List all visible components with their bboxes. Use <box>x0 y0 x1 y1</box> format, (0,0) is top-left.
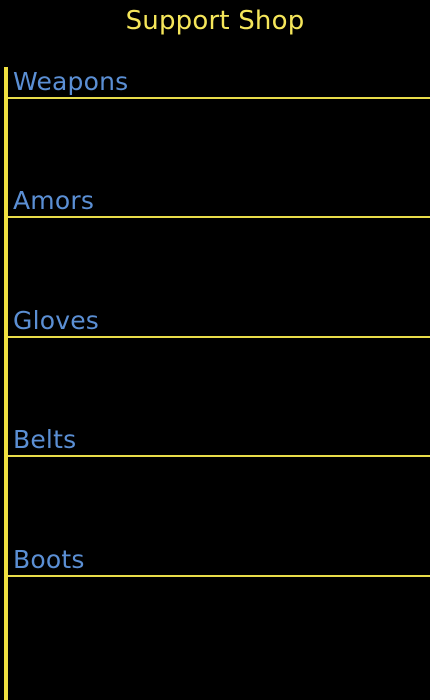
category-weapons[interactable]: Weapons <box>8 59 430 99</box>
shop-title: Support Shop <box>125 6 305 36</box>
category-underline <box>8 216 430 218</box>
left-rail-divider <box>4 67 8 700</box>
category-armors[interactable]: Amors <box>8 178 430 218</box>
category-gloves[interactable]: Gloves <box>8 298 430 338</box>
category-label: Gloves <box>13 306 100 335</box>
category-label: Amors <box>13 186 95 215</box>
category-label: Belts <box>13 425 77 454</box>
category-boots[interactable]: Boots <box>8 537 430 577</box>
category-underline <box>8 336 430 338</box>
category-label: Boots <box>13 545 85 574</box>
category-label: Weapons <box>13 67 129 96</box>
category-belts[interactable]: Belts <box>8 417 430 457</box>
category-underline <box>8 455 430 457</box>
category-underline <box>8 575 430 577</box>
category-underline <box>8 97 430 99</box>
